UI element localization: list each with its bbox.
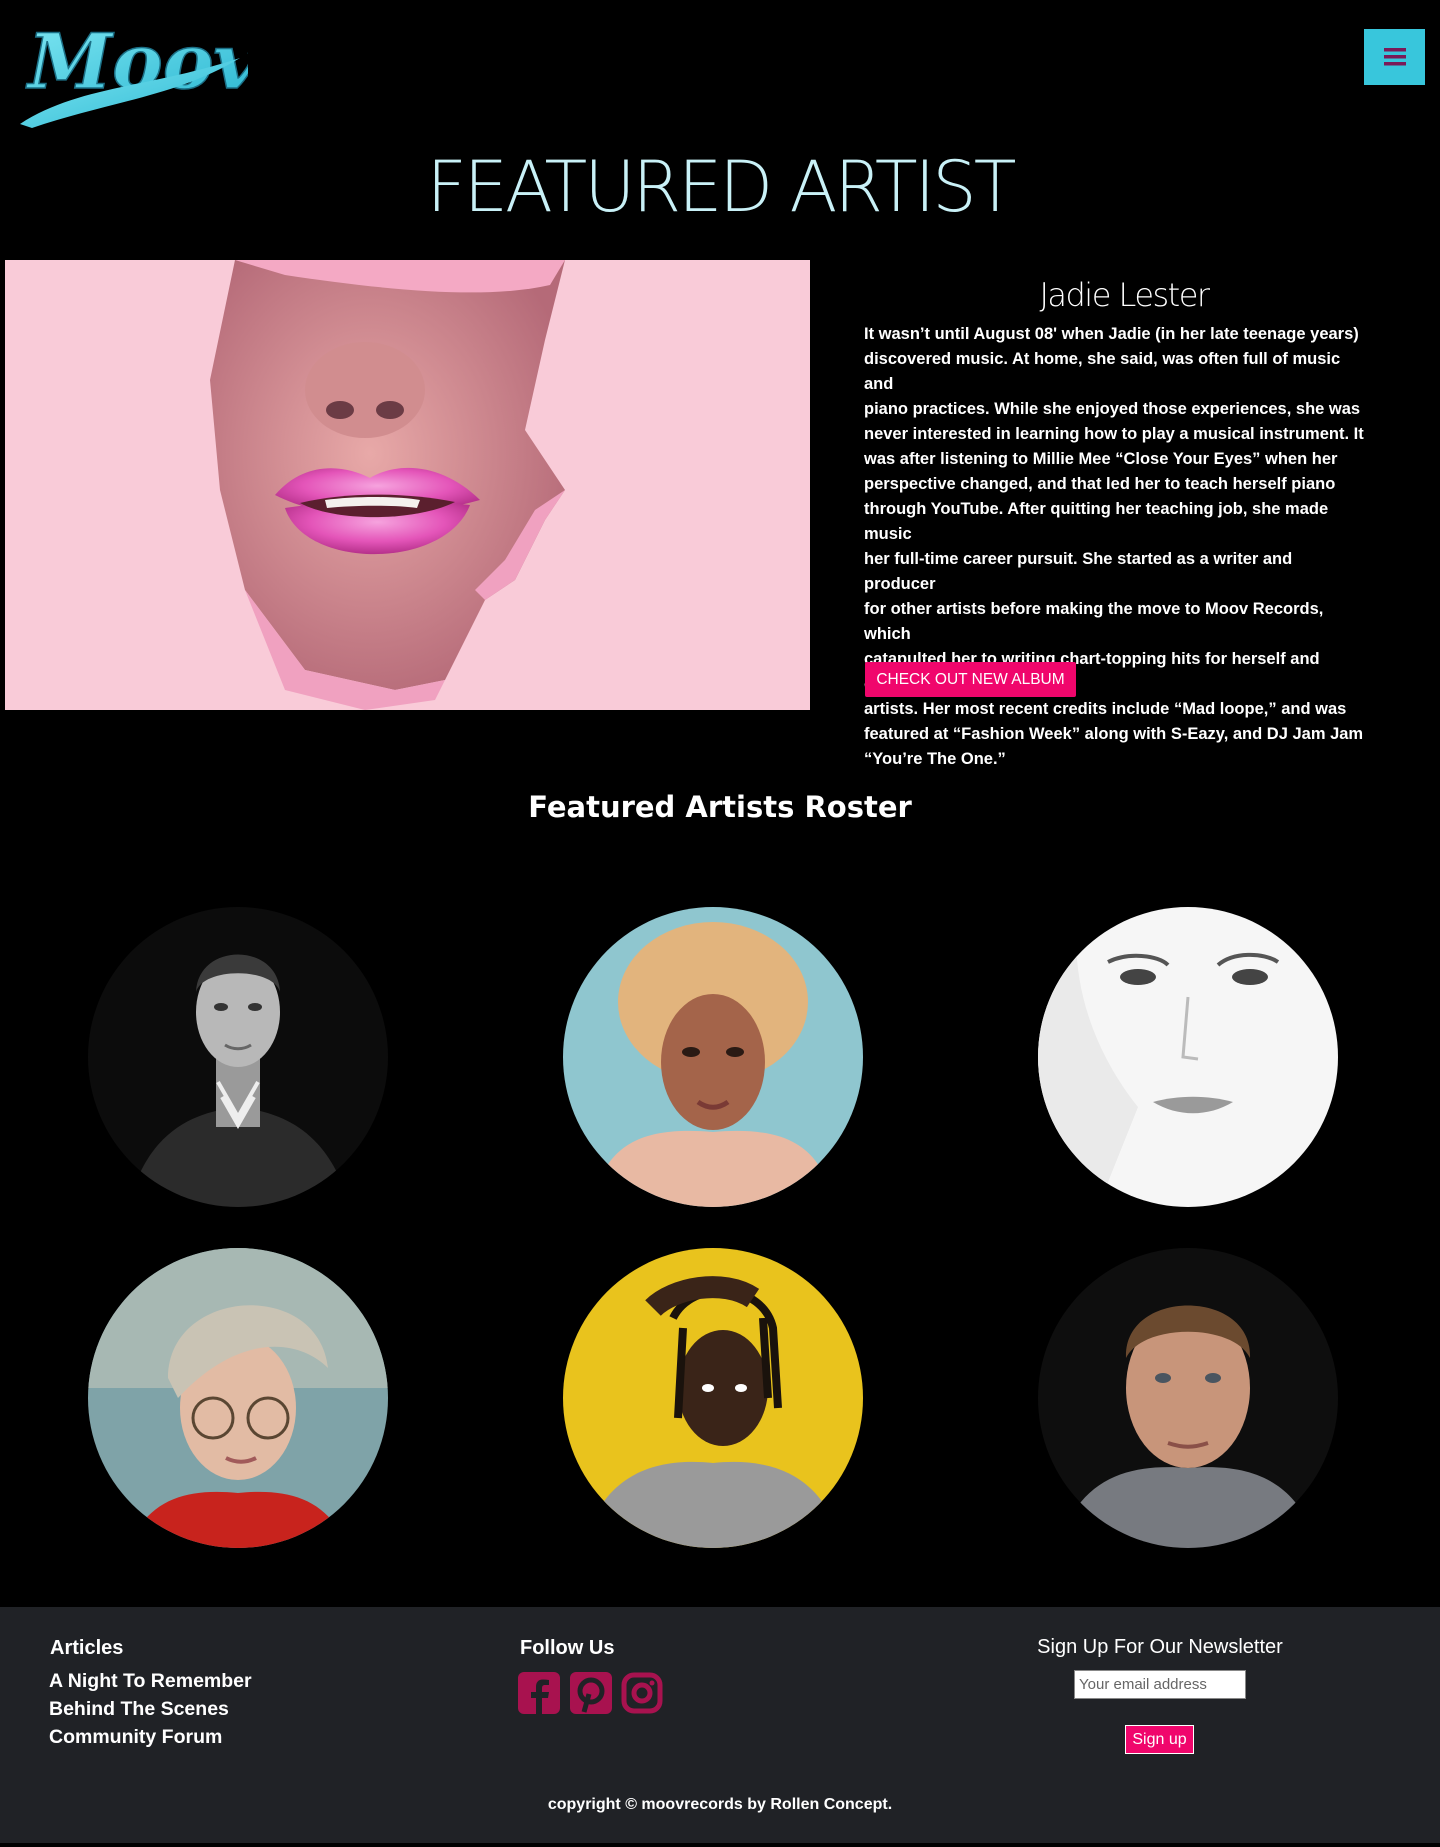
email-field[interactable] bbox=[1074, 1670, 1246, 1699]
bio-line: perspective changed, and that led her to… bbox=[864, 475, 1336, 493]
bio-line: “You’re The One.” bbox=[864, 750, 1006, 768]
roster-title: Featured Artists Roster bbox=[528, 790, 912, 824]
roster-artist-4[interactable] bbox=[88, 1248, 388, 1548]
moov-logo[interactable]: Moov bbox=[18, 16, 259, 131]
bio-line: her full-time career pursuit. She starte… bbox=[864, 550, 1293, 593]
instagram-icon[interactable] bbox=[621, 1672, 663, 1714]
menu-button[interactable] bbox=[1364, 29, 1425, 85]
roster-artist-1[interactable] bbox=[88, 907, 388, 1207]
roster-artist-3[interactable] bbox=[1038, 907, 1338, 1207]
bio-line: artists. Her most recent credits include… bbox=[864, 700, 1347, 718]
follow-heading: Follow Us bbox=[520, 1637, 615, 1659]
check-out-album-button[interactable]: CHECK OUT NEW ALBUM bbox=[865, 662, 1076, 697]
bio-line: for other artists before making the move… bbox=[864, 600, 1324, 643]
bio-line: It wasn’t until August 08' when Jadie (i… bbox=[864, 325, 1359, 343]
bio-line: piano practices. While she enjoyed those… bbox=[864, 400, 1361, 418]
article-link[interactable]: A Night To Remember bbox=[49, 1670, 252, 1693]
article-link[interactable]: Behind The Scenes bbox=[49, 1698, 229, 1721]
artist-bio: It wasn’t until August 08' when Jadie (i… bbox=[864, 322, 1364, 772]
artist-name: Jadie Lester bbox=[1039, 276, 1210, 314]
hamburger-icon bbox=[1383, 48, 1406, 66]
article-link[interactable]: Community Forum bbox=[49, 1726, 222, 1749]
copyright-text: copyright © moovrecords by Rollen Concep… bbox=[547, 1796, 893, 1813]
roster-artist-6[interactable] bbox=[1038, 1248, 1338, 1548]
bio-line: featured at “Fashion Week” along with S-… bbox=[864, 725, 1364, 743]
articles-heading: Articles bbox=[50, 1637, 124, 1659]
facebook-icon[interactable] bbox=[518, 1672, 560, 1714]
bio-line: never interested in learning how to play… bbox=[864, 425, 1364, 443]
newsletter-heading: Sign Up For Our Newsletter bbox=[1037, 1636, 1283, 1658]
signup-button[interactable]: Sign up bbox=[1125, 1725, 1194, 1754]
logo-mark: Moov bbox=[20, 16, 259, 128]
pinterest-icon[interactable] bbox=[570, 1672, 612, 1714]
bio-line: was after listening to Millie Mee “Close… bbox=[864, 450, 1338, 468]
bio-line: through YouTube. After quitting her teac… bbox=[864, 500, 1329, 543]
roster-artist-5[interactable] bbox=[563, 1248, 863, 1548]
page-title: FEATURED ARTIST bbox=[426, 146, 1017, 228]
featured-artist-image bbox=[5, 260, 810, 710]
roster-artist-2[interactable] bbox=[563, 907, 863, 1207]
bio-line: discovered music. At home, she said, was… bbox=[864, 350, 1341, 393]
